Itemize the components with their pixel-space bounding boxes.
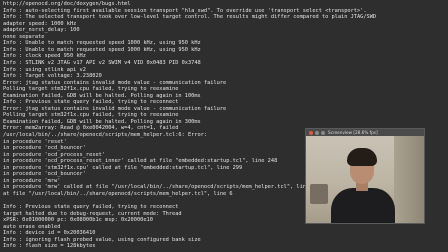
maximize-icon[interactable] (321, 130, 325, 135)
webcam-window[interactable]: Screenview [28.6% fps] (305, 128, 425, 224)
webcam-title: Screenview [28.6% fps] (328, 130, 378, 135)
terminal-line: Info : flash size = 128kbytes (3, 243, 96, 250)
minimize-icon[interactable] (315, 130, 319, 135)
person-body (331, 188, 395, 223)
close-icon[interactable] (309, 130, 313, 135)
webcam-video-feed (306, 136, 424, 223)
background-object (310, 184, 328, 204)
webcam-titlebar[interactable]: Screenview [28.6% fps] (306, 129, 424, 136)
person-hair (347, 148, 377, 166)
background-wall (394, 136, 424, 223)
